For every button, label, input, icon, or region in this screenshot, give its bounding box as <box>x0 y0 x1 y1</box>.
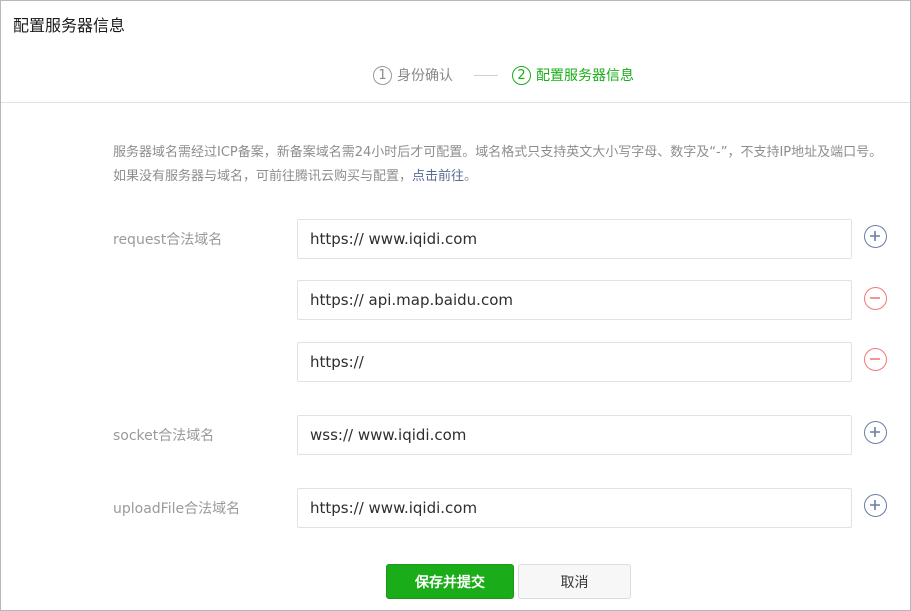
step-connector <box>474 75 498 76</box>
step-label: 配置服务器信息 <box>536 68 634 84</box>
plus-circle-icon <box>870 427 880 437</box>
minus-circle-icon <box>870 358 880 360</box>
request-domain-input[interactable]: https:// <box>297 342 852 382</box>
step-number: 1 <box>373 65 392 85</box>
socket-domain-input[interactable]: wss:// www.iqidi.com <box>297 415 852 455</box>
input-value: https:// www.iqidi.com <box>310 230 478 248</box>
cancel-button[interactable]: 取消 <box>518 564 631 599</box>
plus-circle-icon <box>870 231 880 241</box>
step-label: 身份确认 <box>397 68 453 84</box>
notice-text: 服务器域名需经过ICP备案，新备案域名需24小时后才可配置。域名格式只支持英文大… <box>113 141 883 189</box>
request-domain-input[interactable]: https:// api.map.baidu.com <box>297 280 852 320</box>
add-socket-domain-button[interactable] <box>864 421 887 444</box>
step-identity: 1 身份确认 <box>373 65 453 85</box>
notice-link[interactable]: 点击前往 <box>412 169 464 184</box>
save-submit-button[interactable]: 保存并提交 <box>386 564 514 599</box>
remove-request-domain-button[interactable] <box>864 348 887 371</box>
config-dialog: 配置服务器信息 1 身份确认 2 配置服务器信息 服务器域名需经过ICP备案，新… <box>0 0 911 611</box>
input-value: https:// <box>310 353 364 371</box>
notice-text-body: 服务器域名需经过ICP备案，新备案域名需24小时后才可配置。域名格式只支持英文大… <box>113 145 883 184</box>
plus-circle-icon <box>870 500 880 510</box>
socket-domain-label: socket合法域名 <box>113 428 215 444</box>
step-number: 2 <box>512 65 531 85</box>
minus-circle-icon <box>870 297 880 299</box>
notice-text-end: 。 <box>464 169 478 184</box>
input-value: https:// www.iqidi.com <box>310 499 478 517</box>
add-request-domain-button[interactable] <box>864 225 887 248</box>
upload-domain-label: uploadFile合法域名 <box>113 501 241 517</box>
remove-request-domain-button[interactable] <box>864 287 887 310</box>
request-domain-input[interactable]: https:// www.iqidi.com <box>297 219 852 259</box>
dialog-title: 配置服务器信息 <box>13 16 126 35</box>
request-domain-label: request合法域名 <box>113 232 223 248</box>
input-value: https:// api.map.baidu.com <box>310 291 513 309</box>
step-server-config: 2 配置服务器信息 <box>512 65 634 85</box>
upload-domain-input[interactable]: https:// www.iqidi.com <box>297 488 852 528</box>
input-value: wss:// www.iqidi.com <box>310 426 467 444</box>
add-upload-domain-button[interactable] <box>864 494 887 517</box>
step-indicator: 1 身份确认 2 配置服务器信息 <box>1 53 910 103</box>
